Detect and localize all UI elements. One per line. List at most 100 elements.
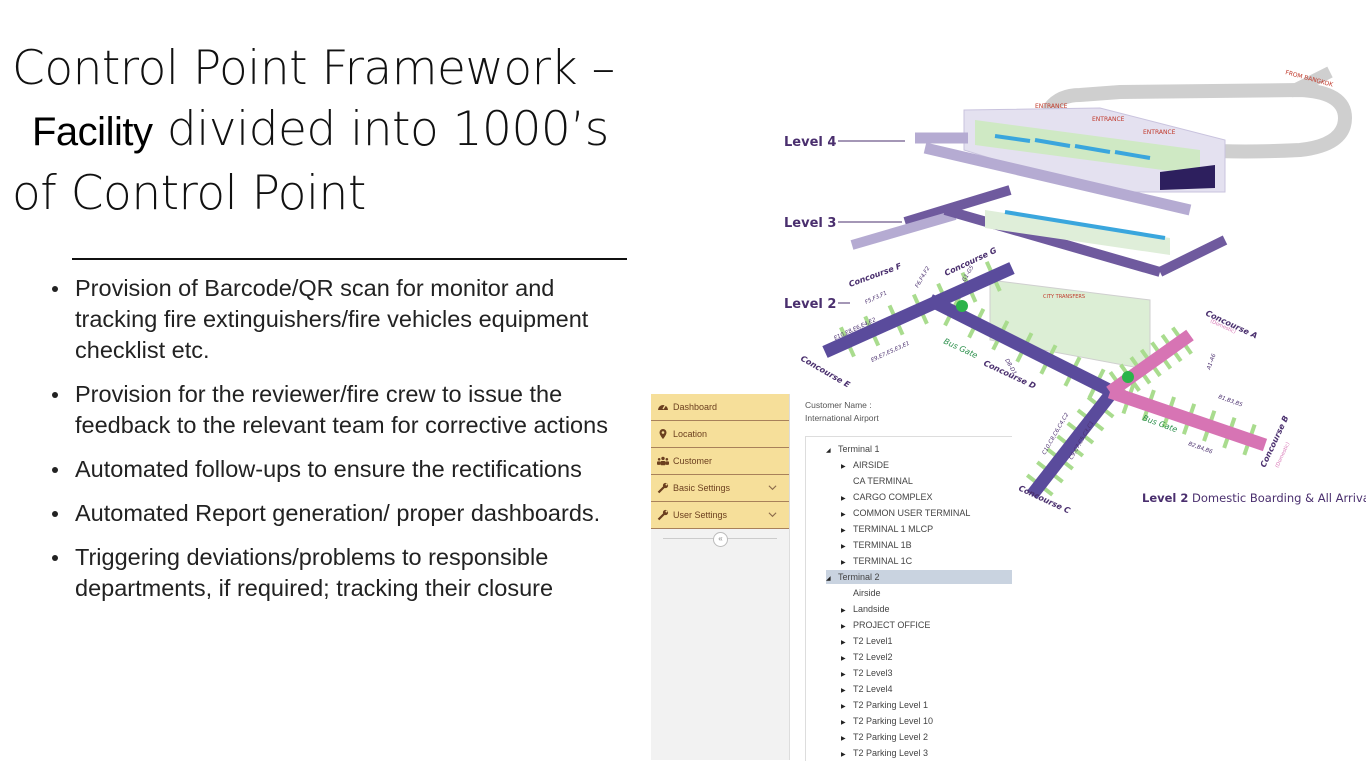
tree-node[interactable]: ▶ TERMINAL 1 MLCP bbox=[841, 522, 933, 536]
tree-node[interactable]: ▶ T2 Parking Level 3 bbox=[841, 746, 928, 760]
tree-node[interactable]: ▶ T2 Level2 bbox=[841, 650, 893, 664]
gate-label: F6,F4,F2 bbox=[915, 265, 932, 289]
wrench-icon bbox=[657, 482, 669, 494]
tree-node-label: Landside bbox=[853, 604, 890, 614]
tree-node[interactable]: ▶ T2 Level1 bbox=[841, 634, 893, 648]
sidebar-item-label: User Settings bbox=[673, 510, 728, 520]
tree-node[interactable]: ▶ AIRSIDE bbox=[841, 458, 889, 472]
collapsed-caret-icon[interactable]: ▶ bbox=[841, 732, 853, 746]
label-entrance: ENTRANCE bbox=[1035, 103, 1068, 110]
dashboard-gauge-icon bbox=[658, 404, 668, 410]
wrench-icon bbox=[657, 509, 669, 521]
caption-level: Level 2 bbox=[1142, 491, 1188, 505]
tree-node[interactable]: ◢ Terminal 2 bbox=[826, 570, 1012, 584]
collapsed-caret-icon[interactable]: ▶ bbox=[841, 652, 853, 666]
collapsed-caret-icon[interactable]: ▶ bbox=[841, 556, 853, 570]
sidebar-item-label: Basic Settings bbox=[673, 483, 731, 493]
collapsed-caret-icon[interactable]: ▶ bbox=[841, 492, 853, 506]
sidebar-collapse: « bbox=[651, 529, 789, 549]
bullet-item: Provision for the reviewer/fire crew to … bbox=[50, 379, 620, 441]
label-level4: Level 4 bbox=[784, 135, 836, 150]
collapsed-caret-icon[interactable]: ▶ bbox=[841, 604, 853, 618]
bullet-item: Automated Report generation/ proper dash… bbox=[50, 498, 620, 529]
tree-node[interactable]: ▶ PROJECT OFFICE bbox=[841, 618, 930, 632]
tree-node-label: PROJECT OFFICE bbox=[853, 620, 931, 630]
tree-node[interactable]: ▶ COMMON USER TERMINAL bbox=[841, 506, 970, 520]
title-facility-word: Facility bbox=[32, 110, 153, 154]
tree-node-label: T2 Level4 bbox=[853, 684, 893, 694]
bullet-item: Automated follow-ups to ensure the recti… bbox=[50, 454, 620, 485]
map-caption: Level 2 Domestic Boarding & All Arrival bbox=[1142, 491, 1366, 505]
collapsed-caret-icon[interactable]: ▶ bbox=[841, 668, 853, 682]
bullet-item: Triggering deviations/problems to respon… bbox=[50, 542, 620, 604]
tree-node-label: AIRSIDE bbox=[853, 460, 890, 470]
users-icon bbox=[657, 456, 669, 466]
collapsed-caret-icon[interactable]: ▶ bbox=[841, 636, 853, 650]
sidebar-item-dashboard[interactable]: Dashboard bbox=[651, 394, 789, 421]
collapsed-caret-icon[interactable]: ▶ bbox=[841, 540, 853, 554]
info-icon bbox=[956, 300, 968, 312]
expanded-caret-icon[interactable]: ◢ bbox=[826, 444, 838, 458]
chevron-down-icon bbox=[768, 512, 777, 518]
collapsed-caret-icon[interactable]: ▶ bbox=[841, 748, 853, 762]
tree-node[interactable]: CA TERMINAL bbox=[841, 474, 913, 488]
title-line-2: Facility divided into 1000’s bbox=[12, 99, 615, 163]
expanded-caret-icon[interactable]: ◢ bbox=[826, 572, 838, 586]
label-concourse-f: Concourse F bbox=[848, 261, 904, 289]
chevron-down-icon bbox=[768, 485, 777, 491]
tree-node[interactable]: ▶ TERMINAL 1C bbox=[841, 554, 912, 568]
tree-node[interactable]: Airside bbox=[841, 586, 881, 600]
collapsed-caret-icon[interactable]: ▶ bbox=[841, 620, 853, 634]
caption-description: Domestic Boarding & All Arrival bbox=[1188, 491, 1366, 505]
tree-node-label: T2 Parking Level 3 bbox=[853, 748, 929, 758]
label-level2: Level 2 bbox=[784, 297, 836, 312]
tree-node[interactable]: ▶ T2 Parking Level 1 bbox=[841, 698, 928, 712]
tree-node-label: CARGO COMPLEX bbox=[853, 492, 933, 502]
sidebar-item-location[interactable]: Location bbox=[651, 421, 789, 448]
bullet-list: Provision of Barcode/QR scan for monitor… bbox=[50, 273, 620, 617]
label-concourse-e: Concourse E bbox=[799, 354, 852, 390]
gate-label: F5,F3,F1 bbox=[864, 290, 888, 305]
sidebar-item-basic-settings[interactable]: Basic Settings bbox=[651, 475, 789, 502]
sidebar: Dashboard Location Customer Basic Settin… bbox=[651, 394, 790, 760]
collapsed-caret-icon[interactable]: ▶ bbox=[841, 524, 853, 538]
tree-node[interactable]: ▶ TERMINAL 1B bbox=[841, 538, 912, 552]
tree-node[interactable]: ▶ T2 Level3 bbox=[841, 666, 893, 680]
tree-node[interactable]: ▶ Landside bbox=[841, 602, 890, 616]
customer-info: Customer Name : International Airport bbox=[805, 399, 879, 425]
level3-walkway-b bbox=[850, 210, 957, 250]
label-bus-gate: Bus Gate bbox=[942, 337, 979, 361]
sidebar-item-label: Customer bbox=[673, 456, 713, 466]
collapsed-caret-icon[interactable]: ▶ bbox=[841, 700, 853, 714]
tree-node[interactable]: ▶ T2 Parking Level 2 bbox=[841, 730, 928, 744]
tree-node-label: T2 Parking Level 10 bbox=[853, 716, 934, 726]
tree-node-label: TERMINAL 1 MLCP bbox=[853, 524, 934, 534]
label-city-transfers: CITY TRANSFERS bbox=[1043, 294, 1085, 300]
tree-node[interactable]: ▶ T2 Level4 bbox=[841, 682, 893, 696]
tree-node-label: CA TERMINAL bbox=[853, 476, 913, 486]
tree-node[interactable]: ◢ Terminal 1 bbox=[826, 442, 880, 456]
collapsed-caret-icon[interactable]: ▶ bbox=[841, 684, 853, 698]
slide-title: Control Point Framework – Facility divid… bbox=[12, 38, 615, 224]
collapsed-caret-icon[interactable]: ▶ bbox=[841, 508, 853, 522]
label-level3: Level 3 bbox=[784, 216, 836, 231]
tree-node-label: T2 Level2 bbox=[853, 652, 893, 662]
concourse-b bbox=[1107, 385, 1268, 452]
tree-node-label: Airside bbox=[853, 588, 881, 598]
tree-node[interactable]: ▶ T2 Parking Level 10 bbox=[841, 714, 933, 728]
collapse-sidebar-button[interactable]: « bbox=[713, 532, 728, 547]
collapsed-caret-icon[interactable]: ▶ bbox=[841, 716, 853, 730]
tree-node-label: T2 Parking Level 2 bbox=[853, 732, 929, 742]
sidebar-item-user-settings[interactable]: User Settings bbox=[651, 502, 789, 529]
concourse-c bbox=[1026, 391, 1116, 499]
sidebar-item-label: Location bbox=[673, 429, 708, 439]
sidebar-item-label: Dashboard bbox=[673, 402, 718, 412]
collapsed-caret-icon[interactable]: ▶ bbox=[841, 460, 853, 474]
title-line-3: of Control Point bbox=[12, 166, 366, 221]
tree-node-label: T2 Parking Level 1 bbox=[853, 700, 929, 710]
tree-node[interactable]: ▶ CARGO COMPLEX bbox=[841, 490, 933, 504]
tree-node-label: T2 Level3 bbox=[853, 668, 893, 678]
sidebar-item-customer[interactable]: Customer bbox=[651, 448, 789, 475]
tree-node-label: Terminal 2 bbox=[838, 572, 880, 582]
location-tree: ◢ Terminal 1 ▶ AIRSIDE CA TERMINAL ▶ CARGO COM… bbox=[805, 436, 1012, 761]
